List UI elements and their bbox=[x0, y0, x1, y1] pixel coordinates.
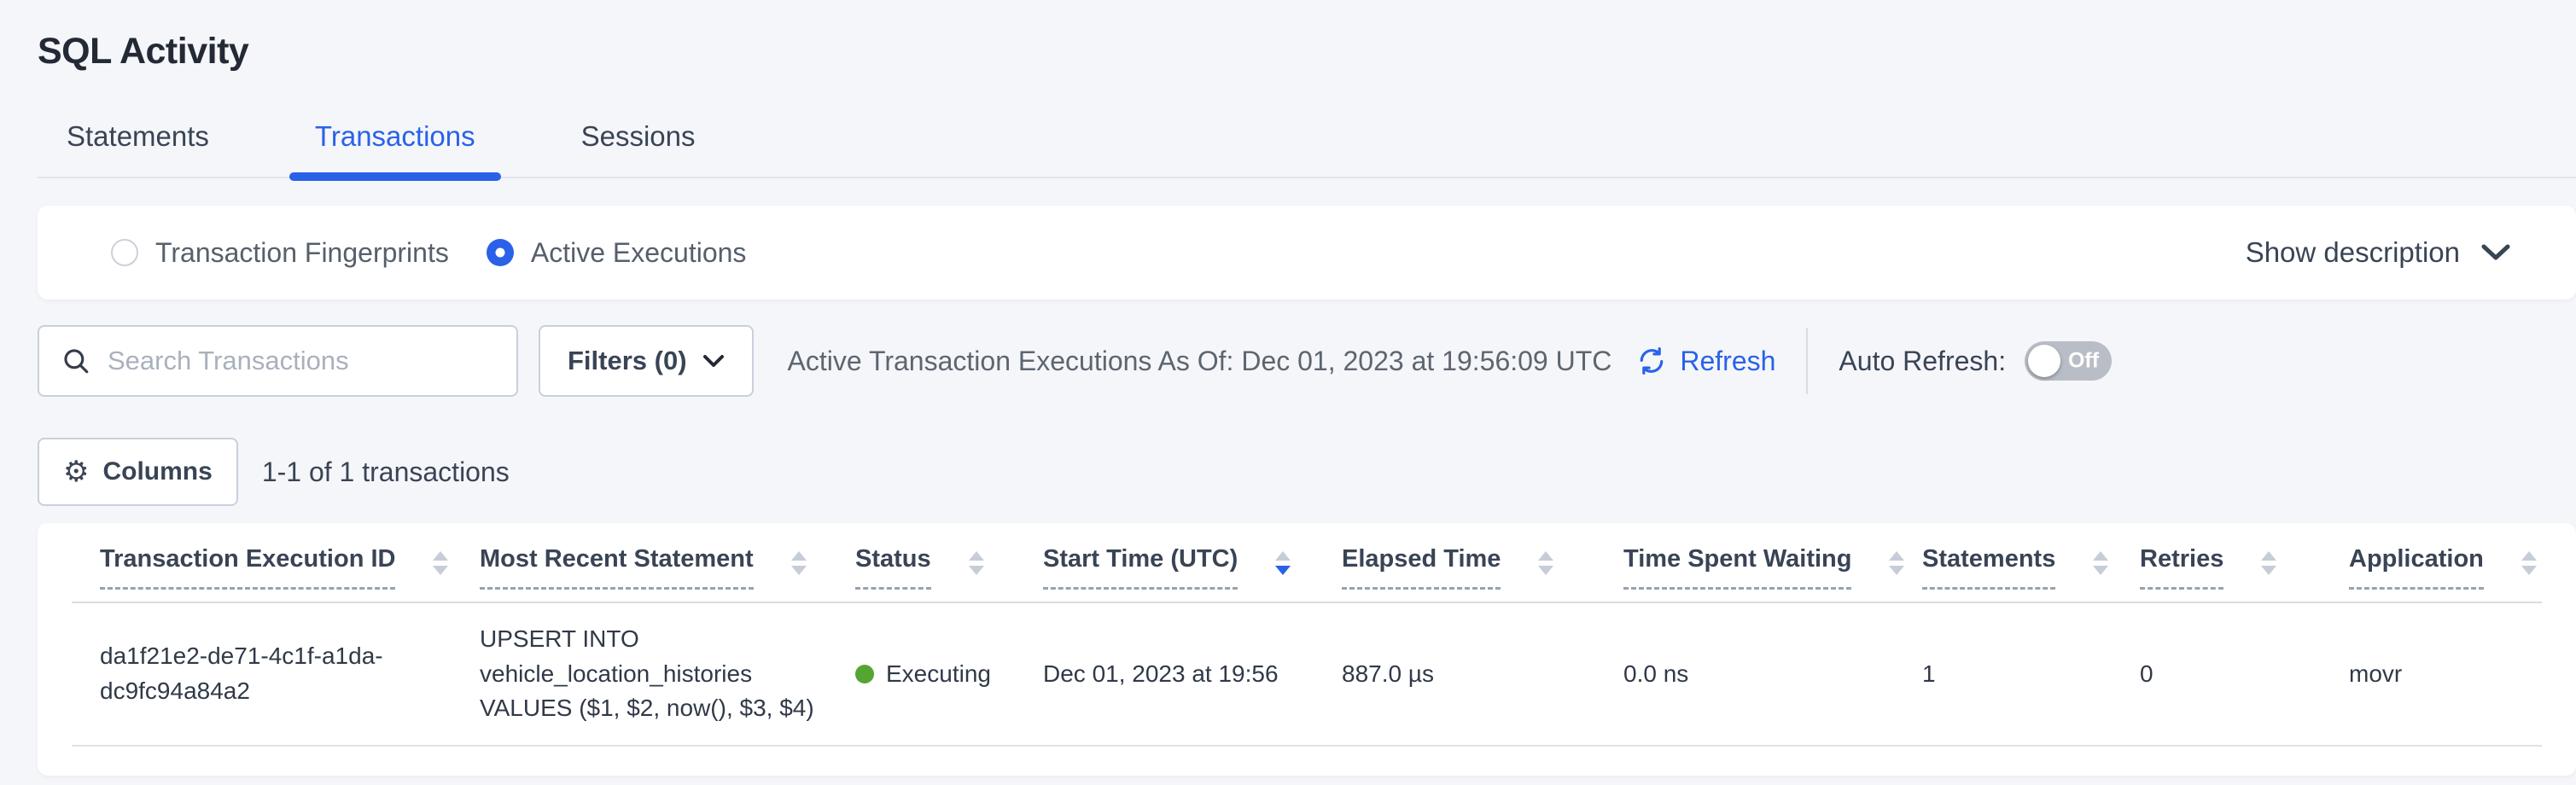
sort-arrows-icon[interactable] bbox=[969, 551, 984, 575]
tab-transactions[interactable]: Transactions bbox=[289, 120, 501, 177]
as-of-timestamp: Active Transaction Executions As Of: Dec… bbox=[788, 346, 1612, 377]
sort-arrows-icon[interactable] bbox=[2261, 551, 2276, 575]
column-header-elapsed-time[interactable]: Elapsed Time bbox=[1314, 523, 1595, 602]
cell-application: movr bbox=[2321, 602, 2542, 746]
controls-row: Filters (0) Active Transaction Execution… bbox=[38, 325, 2550, 397]
gear-icon: ⚙ bbox=[63, 457, 89, 486]
filters-label: Filters (0) bbox=[568, 346, 687, 376]
toggle-state-label: Off bbox=[2068, 349, 2099, 374]
table-header-row: Transaction Execution ID Most Recent Sta… bbox=[72, 523, 2542, 602]
column-header-application[interactable]: Application bbox=[2321, 523, 2542, 602]
tab-sessions[interactable]: Sessions bbox=[556, 120, 721, 177]
sort-arrows-icon[interactable] bbox=[433, 551, 448, 575]
sort-arrows-icon[interactable] bbox=[791, 551, 807, 575]
column-header-time-spent-waiting[interactable]: Time Spent Waiting bbox=[1595, 523, 1894, 602]
search-icon bbox=[61, 346, 90, 375]
sort-arrows-icon[interactable] bbox=[1275, 551, 1291, 575]
toggle-knob[interactable] bbox=[2028, 345, 2060, 377]
radio-circle-icon[interactable] bbox=[111, 239, 138, 266]
search-box[interactable] bbox=[38, 325, 518, 397]
cell-elapsed-time: 887.0 µs bbox=[1314, 602, 1595, 746]
show-description-toggle[interactable]: Show description bbox=[2246, 236, 2511, 269]
sort-arrows-icon[interactable] bbox=[1538, 551, 1553, 575]
status-executing-dot-icon bbox=[855, 665, 874, 683]
column-header-retries[interactable]: Retries bbox=[2112, 523, 2321, 602]
radio-label: Active Executions bbox=[531, 237, 747, 269]
tab-bar: Statements Transactions Sessions bbox=[38, 120, 2576, 178]
columns-button[interactable]: ⚙ Columns bbox=[38, 438, 238, 506]
chevron-down-icon bbox=[2480, 243, 2511, 262]
results-count: 1-1 of 1 transactions bbox=[262, 456, 510, 488]
table-toolbar: ⚙ Columns 1-1 of 1 transactions bbox=[38, 438, 2576, 506]
sort-arrows-icon[interactable] bbox=[2521, 551, 2537, 575]
refresh-label: Refresh bbox=[1680, 346, 1775, 377]
sort-arrows-icon[interactable] bbox=[1889, 551, 1904, 575]
transactions-table: Transaction Execution ID Most Recent Sta… bbox=[72, 523, 2542, 747]
column-header-most-recent-statement[interactable]: Most Recent Statement bbox=[452, 523, 827, 602]
cell-status: Executing bbox=[827, 602, 1015, 746]
cell-most-recent-statement: UPSERT INTO vehicle_location_histories V… bbox=[452, 602, 827, 746]
column-header-transaction-execution-id[interactable]: Transaction Execution ID bbox=[72, 523, 452, 602]
cell-transaction-execution-id[interactable]: da1f21e2-de71-4c1f-a1da-dc9fc94a84a2 bbox=[72, 602, 452, 746]
page-title: SQL Activity bbox=[0, 0, 2576, 73]
tab-statements[interactable]: Statements bbox=[41, 120, 235, 177]
table-row[interactable]: da1f21e2-de71-4c1f-a1da-dc9fc94a84a2 UPS… bbox=[72, 602, 2542, 746]
transactions-table-panel: Transaction Execution ID Most Recent Sta… bbox=[38, 523, 2576, 776]
auto-refresh-label: Auto Refresh: bbox=[1839, 346, 2006, 377]
cell-start-time: Dec 01, 2023 at 19:56 bbox=[1015, 602, 1314, 746]
vertical-divider bbox=[1806, 328, 1808, 394]
status-label: Executing bbox=[886, 657, 991, 692]
cell-retries: 0 bbox=[2112, 602, 2321, 746]
columns-label: Columns bbox=[102, 457, 212, 486]
column-header-start-time[interactable]: Start Time (UTC) bbox=[1015, 523, 1314, 602]
radio-circle-icon[interactable] bbox=[487, 239, 514, 266]
radio-label: Transaction Fingerprints bbox=[155, 237, 449, 269]
radio-transaction-fingerprints[interactable]: Transaction Fingerprints bbox=[111, 237, 449, 269]
cell-statements: 1 bbox=[1894, 602, 2112, 746]
refresh-icon bbox=[1635, 345, 1668, 377]
radio-active-executions[interactable]: Active Executions bbox=[487, 237, 747, 269]
filters-button[interactable]: Filters (0) bbox=[539, 325, 754, 397]
chevron-down-icon bbox=[702, 354, 725, 368]
search-input[interactable] bbox=[108, 346, 506, 376]
show-description-label: Show description bbox=[2246, 236, 2460, 269]
refresh-button[interactable]: Refresh bbox=[1635, 345, 1775, 377]
cell-time-spent-waiting: 0.0 ns bbox=[1595, 602, 1894, 746]
auto-refresh-toggle[interactable]: Off bbox=[2025, 341, 2112, 381]
column-header-status[interactable]: Status bbox=[827, 523, 1015, 602]
column-header-statements[interactable]: Statements bbox=[1894, 523, 2112, 602]
sort-arrows-icon[interactable] bbox=[2093, 551, 2108, 575]
view-options-panel: Transaction Fingerprints Active Executio… bbox=[38, 206, 2576, 299]
